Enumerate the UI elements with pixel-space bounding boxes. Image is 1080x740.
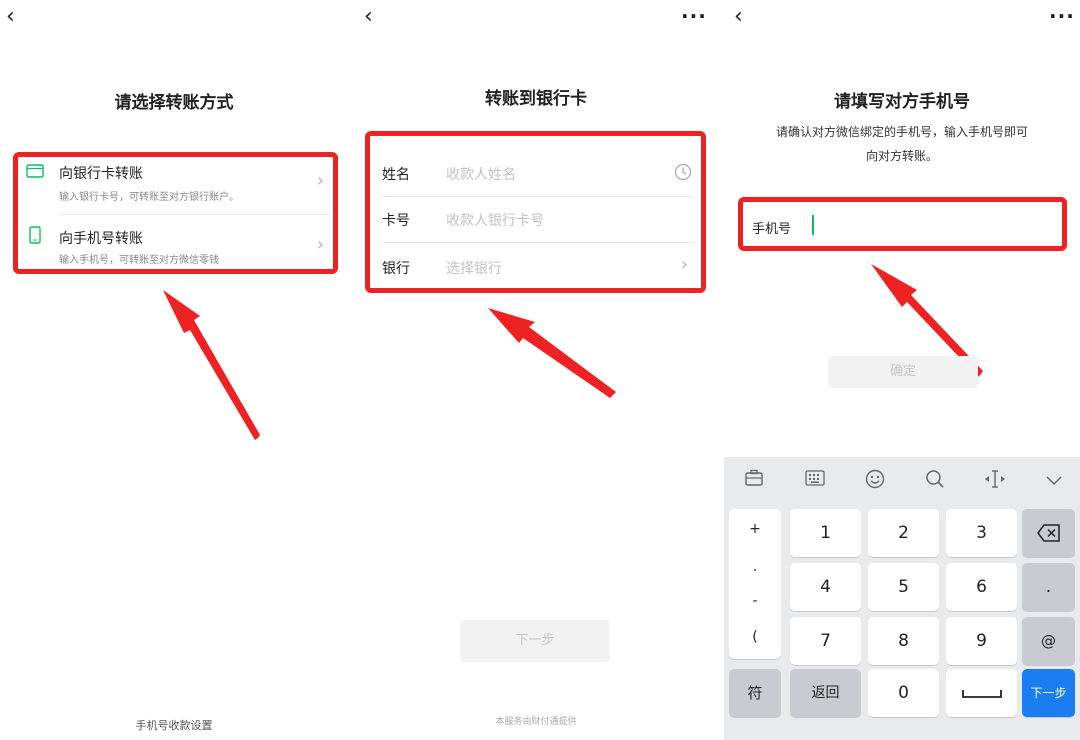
- back-icon[interactable]: ‹: [6, 6, 15, 28]
- paren-key[interactable]: (: [729, 629, 781, 645]
- return-key[interactable]: 返回: [790, 669, 861, 717]
- instruction-line-2: 向对方转账。: [865, 149, 938, 163]
- search-icon[interactable]: [923, 469, 947, 493]
- key-0[interactable]: 0: [868, 669, 939, 717]
- more-dots-icon[interactable]: ···: [1049, 4, 1075, 28]
- phone-transfer-screen: ‹ ··· 请填写对方手机号 请确认对方微信绑定的手机号，输入手机号即可 向对方…: [724, 0, 1080, 740]
- cursor-icon[interactable]: [983, 469, 1007, 493]
- page-title: 请填写对方手机号: [834, 92, 970, 112]
- highlight-box: [365, 131, 706, 293]
- back-icon[interactable]: ‹: [734, 6, 743, 28]
- confirm-button[interactable]: 确定: [828, 356, 978, 388]
- space-icon: [961, 690, 1002, 698]
- key-7[interactable]: 7: [790, 617, 861, 665]
- numeric-keyboard: + . - ( 1 2 3 4 5 6 . 7 8 9 @ 符 返回 0 下一步: [724, 457, 1080, 740]
- at-key[interactable]: @: [1022, 617, 1075, 665]
- key-5[interactable]: 5: [868, 563, 939, 611]
- symbols-key[interactable]: 符: [729, 669, 781, 717]
- service-provider-note: 本服务由财付通提供: [495, 717, 577, 727]
- clipboard-icon[interactable]: [742, 469, 766, 493]
- backspace-key[interactable]: [1022, 509, 1075, 557]
- key-1[interactable]: 1: [790, 509, 861, 557]
- key-8[interactable]: 8: [868, 617, 939, 665]
- period-key[interactable]: .: [1022, 563, 1075, 611]
- bank-transfer-screen: ‹ ··· 转账到银行卡 姓名 收款人姓名 卡号 收款人银行卡号 银行 选择银行…: [358, 0, 714, 740]
- back-icon[interactable]: ‹: [364, 6, 373, 28]
- more-dots-icon[interactable]: ···: [681, 4, 707, 28]
- page-title: 请选择转账方式: [114, 93, 234, 113]
- receive-settings-link[interactable]: 手机号收款设置: [0, 717, 348, 733]
- transfer-method-screen: ‹ 请选择转账方式 向银行卡转账 输入银行卡号，可转账至对方银行账户。 › 向手…: [0, 0, 348, 740]
- next-step-button[interactable]: 下一步: [460, 620, 610, 662]
- highlight-box: [738, 197, 1067, 251]
- keyboard-icon[interactable]: [803, 469, 827, 493]
- red-arrow: [163, 290, 260, 440]
- key-4[interactable]: 4: [790, 563, 861, 611]
- page-title: 转账到银行卡: [485, 89, 587, 109]
- emoji-icon[interactable]: [863, 469, 887, 493]
- collapse-icon[interactable]: [1042, 469, 1066, 493]
- backspace-icon: [1036, 524, 1060, 542]
- dash-key[interactable]: -: [729, 593, 781, 609]
- space-key[interactable]: [946, 669, 1017, 717]
- symbol-column: + . - (: [729, 509, 781, 659]
- key-2[interactable]: 2: [868, 509, 939, 557]
- next-key[interactable]: 下一步: [1022, 669, 1075, 717]
- instruction-line-1: 请确认对方微信绑定的手机号，输入手机号即可: [775, 125, 1028, 139]
- highlight-box: [13, 152, 338, 274]
- red-arrow: [488, 308, 616, 398]
- plus-key[interactable]: +: [729, 521, 781, 537]
- key-6[interactable]: 6: [946, 563, 1017, 611]
- dot-key[interactable]: .: [729, 559, 781, 575]
- key-3[interactable]: 3: [946, 509, 1017, 557]
- key-9[interactable]: 9: [946, 617, 1017, 665]
